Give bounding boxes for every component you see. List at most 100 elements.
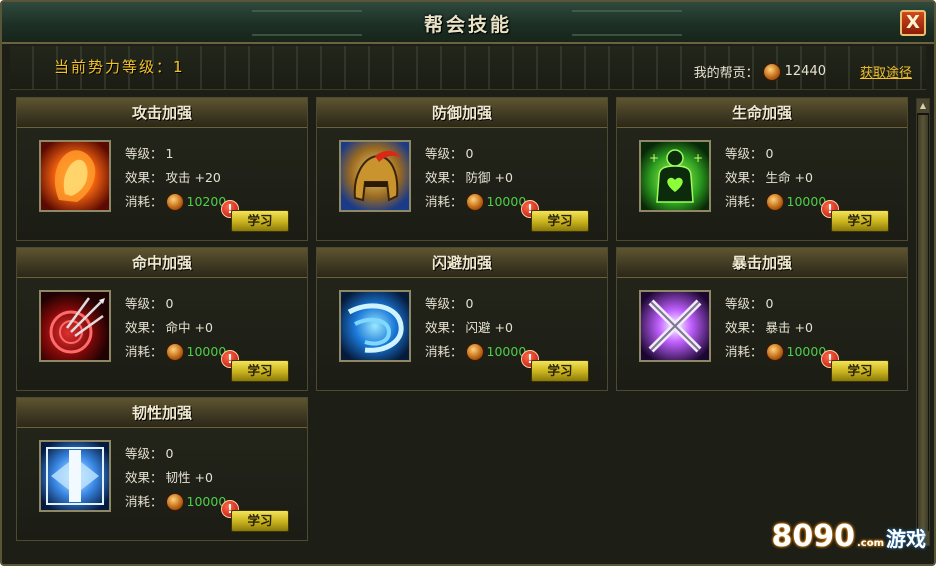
watermark-domain: .com: [856, 538, 884, 549]
cost-label: 消耗：: [425, 194, 463, 209]
arrows-target-icon[interactable]: [39, 290, 111, 362]
skill-name: 韧性加强: [17, 398, 307, 428]
level-row: 等级： 0: [125, 292, 226, 316]
level-value: 0: [765, 146, 774, 161]
watermark-brand: 8090: [771, 519, 855, 554]
effect-row: 效果： 命中 +0: [125, 316, 226, 340]
skill-stats: 等级： 0 效果： 韧性 +0 消耗： 10000: [125, 442, 226, 514]
level-label: 等级：: [125, 296, 163, 311]
level-row: 等级： 0: [425, 142, 526, 166]
cost-row: 消耗： 10200: [125, 190, 226, 214]
effect-value: 韧性 +0: [165, 470, 213, 485]
heart-body-icon[interactable]: + +: [639, 140, 711, 212]
cost-row: 消耗： 10000: [125, 340, 226, 364]
effect-label: 效果：: [125, 470, 163, 485]
watermark-game: 游戏: [886, 527, 926, 551]
level-row: 等级： 0: [725, 292, 826, 316]
skill-stats: 等级： 0 效果： 暴击 +0 消耗： 10000: [725, 292, 826, 364]
fire-fist-icon[interactable]: [39, 140, 111, 212]
cost-label: 消耗：: [125, 494, 163, 509]
contribution-value: 12440: [784, 64, 826, 79]
power-level-value: 1: [173, 58, 185, 76]
window-title: 帮会技能: [423, 14, 512, 36]
effect-value: 防御 +0: [465, 170, 513, 185]
coin-icon: [765, 343, 784, 361]
effect-row: 效果： 韧性 +0: [125, 466, 226, 490]
blue-swirl-icon[interactable]: [339, 290, 411, 362]
effect-label: 效果：: [125, 170, 163, 185]
svg-text:+: +: [649, 151, 659, 165]
learn-button[interactable]: 学习: [831, 360, 889, 382]
learn-button[interactable]: 学习: [231, 360, 289, 382]
contribution-display: 我的帮贡： 12440: [694, 62, 826, 81]
learn-button[interactable]: 学习: [231, 510, 289, 532]
effect-value: 命中 +0: [165, 320, 213, 335]
cost-label: 消耗：: [725, 344, 763, 359]
level-label: 等级：: [125, 146, 163, 161]
level-label: 等级：: [425, 296, 463, 311]
skill-card: 暴击加强 等级： 0 效果： 暴击 +0 消耗： 10000! 学习: [616, 247, 908, 391]
learn-button[interactable]: 学习: [831, 210, 889, 232]
coin-icon: [165, 193, 184, 211]
level-row: 等级： 0: [725, 142, 826, 166]
power-level-label: 当前势力等级：1: [54, 56, 185, 77]
level-row: 等级： 0: [425, 292, 526, 316]
effect-value: 攻击 +20: [165, 170, 221, 185]
scroll-thumb[interactable]: [918, 115, 928, 531]
coin-icon: [165, 493, 184, 511]
effect-label: 效果：: [725, 170, 763, 185]
effect-label: 效果：: [725, 320, 763, 335]
skill-card: 命中加强 等级： 0 效果： 命中 +0 消耗： 10000! 学习: [16, 247, 308, 391]
level-value: 0: [465, 296, 474, 311]
effect-value: 生命 +0: [765, 170, 813, 185]
effect-label: 效果：: [425, 170, 463, 185]
skill-name: 闪避加强: [317, 248, 607, 278]
obtain-method-link[interactable]: 获取途径: [860, 62, 912, 81]
ice-rune-icon[interactable]: [39, 440, 111, 512]
level-label: 等级：: [725, 296, 763, 311]
skill-stats: 等级： 0 效果： 防御 +0 消耗： 10000: [425, 142, 526, 214]
power-level-text: 当前势力等级：: [54, 58, 174, 76]
skill-name: 防御加强: [317, 98, 607, 128]
effect-row: 效果： 防御 +0: [425, 166, 526, 190]
level-label: 等级：: [725, 146, 763, 161]
cost-row: 消耗： 10000: [725, 340, 826, 364]
contribution-label: 我的帮贡：: [693, 66, 759, 81]
level-value: 0: [465, 146, 474, 161]
level-label: 等级：: [425, 146, 463, 161]
level-row: 等级： 0: [125, 442, 226, 466]
effect-label: 效果：: [125, 320, 163, 335]
learn-button[interactable]: 学习: [531, 210, 589, 232]
crossed-blades-icon[interactable]: [639, 290, 711, 362]
level-label: 等级：: [125, 446, 163, 461]
learn-button[interactable]: 学习: [531, 360, 589, 382]
skill-stats: 等级： 0 效果： 命中 +0 消耗： 10000: [125, 292, 226, 364]
skill-card: 生命加强 + + 等级： 0 效果： 生命 +0 消耗： 10000! 学习: [616, 97, 908, 241]
helmet-icon[interactable]: [339, 140, 411, 212]
scrollbar[interactable]: ▲ ▼: [916, 98, 930, 546]
close-button[interactable]: X: [900, 10, 926, 36]
cost-row: 消耗： 10000: [425, 190, 526, 214]
cost-label: 消耗：: [425, 344, 463, 359]
coin-icon: [762, 62, 781, 81]
cost-label: 消耗：: [125, 194, 163, 209]
skill-stats: 等级： 0 效果： 闪避 +0 消耗： 10000: [425, 292, 526, 364]
title-bar: 帮会技能 X: [2, 2, 934, 44]
skill-stats: 等级： 1 效果： 攻击 +20 消耗： 10200: [125, 142, 226, 214]
skill-card: 闪避加强 等级： 0 效果： 闪避 +0 消耗： 10000! 学习: [316, 247, 608, 391]
effect-row: 效果： 闪避 +0: [425, 316, 526, 340]
site-watermark: 8090 .com 游戏: [771, 519, 926, 554]
info-bar: 当前势力等级：1 我的帮贡： 12440 获取途径: [10, 46, 926, 90]
skill-card: 韧性加强 等级： 0 效果： 韧性 +0 消耗： 10000! 学习: [16, 397, 308, 541]
scroll-up-arrow-icon[interactable]: ▲: [917, 99, 929, 113]
guild-skills-window: 帮会技能 X 当前势力等级：1 我的帮贡： 12440 获取途径 攻击加强 等级：…: [0, 0, 936, 566]
level-value: 0: [165, 296, 174, 311]
level-value: 1: [165, 146, 174, 161]
effect-row: 效果： 攻击 +20: [125, 166, 226, 190]
effect-value: 暴击 +0: [765, 320, 813, 335]
coin-icon: [765, 193, 784, 211]
learn-button[interactable]: 学习: [231, 210, 289, 232]
level-value: 0: [765, 296, 774, 311]
effect-row: 效果： 暴击 +0: [725, 316, 826, 340]
skill-name: 暴击加强: [617, 248, 907, 278]
